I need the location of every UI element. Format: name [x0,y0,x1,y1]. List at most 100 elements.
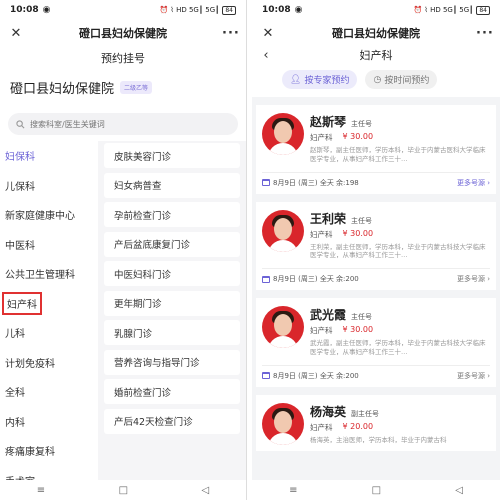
back-arrow-icon[interactable]: ‹ [258,48,274,63]
doctor-avatar [262,209,304,252]
department-item[interactable]: 疼痛康复科 [0,436,98,466]
status-bar: 10:08 ◉ ⏰ ⌇ HD 5G┃ 5G┃ 84 [252,0,500,20]
department-screen: 10:08 ◉ ⏰ ⌇ HD 5G┃ 5G┃ 84 ✕ 磴口县妇幼保健院 ··· 预… [0,0,247,500]
clinic-item[interactable]: 产后盆底康复门诊 [104,230,240,260]
menu-icon[interactable]: ≡ [37,485,45,496]
schedule-text: 8月9日 (周三) 全天 余:200 [273,275,359,284]
clinic-item[interactable]: 更年期门诊 [104,289,240,319]
doctor-rank: 副主任号 [351,409,380,418]
home-icon[interactable]: □ [119,485,128,496]
department-browser: 妇保科 儿保科 新家庭健康中心 中医科 公共卫生管理科 妇产科 儿科 计划免疫科… [0,141,246,495]
schedule-text: 8月9日 (周三) 全天 余:198 [273,178,359,187]
doctor-avatar [262,113,304,155]
schedule-row: 8月9日 (周三) 全天 余:200 更多号源 › [262,268,490,284]
doctor-bio: 赵斯琴，副主任医师，学历本科，毕业于内蒙古医科大学临床医学专业，从事妇产科工作三… [310,146,486,163]
doctor-card[interactable]: 王利荣 主任号 妇产科 ¥ 30.00 王利荣，副主任医师，学历本科，毕业于内蒙古科… [256,201,496,291]
hospital-header: 磴口县妇幼保健院 二级乙等 [0,74,246,107]
title-bar: ✕ 磴口县妇幼保健院 ··· [0,20,246,46]
calendar-icon [262,275,270,283]
battery-icon: 84 [222,5,236,15]
department-item[interactable]: 中医科 [0,230,98,260]
status-icons: ⏰ ⌇ HD 5G┃ 5G┃ 84 [159,5,236,15]
close-icon[interactable]: ✕ [260,26,276,41]
battery-icon: 84 [476,5,490,15]
schedule-row: 8月9日 (周三) 全天 余:198 更多号源 › [262,171,490,188]
doctor-rank: 主任号 [351,120,373,128]
status-time: 10:08 ◉ [262,5,303,15]
clock-icon: ◷ [373,74,382,85]
page-title: 磴口县妇幼保健院 [79,27,167,40]
department-item[interactable]: 儿科 [0,318,98,348]
clinic-item[interactable]: 皮肤美容门诊 [104,141,240,171]
home-icon[interactable]: □ [372,485,381,496]
clinic-item[interactable]: 中医妇科门诊 [104,259,240,289]
doctor-name: 赵斯琴 [310,115,347,129]
clinic-item[interactable]: 孕前检查门诊 [104,200,240,230]
system-nav-bar: ≡ □ ◁ [0,480,246,500]
tab-by-expert[interactable]: 👤︎ 按专家预约 [282,70,358,89]
doctor-name: 王利荣 [310,211,347,226]
status-icons: ⏰ ⌇ HD 5G┃ 5G┃ 84 [413,5,490,15]
clinic-item[interactable]: 婚前检查门诊 [104,377,240,407]
department-item[interactable]: 妇保科 [0,141,98,171]
doctor-price: ¥ 30.00 [342,228,374,238]
more-slots-link[interactable]: 更多号源 › [457,178,490,188]
doctor-card[interactable]: 杨海英 副主任号 妇产科 ¥ 20.00 杨海英，主治医师，学历本科，毕业于内蒙古科 [256,394,496,451]
close-icon[interactable]: ✕ [8,26,24,41]
more-icon[interactable]: ··· [222,26,239,41]
page-subtitle: 预约挂号 [101,52,145,65]
department-title: 妇产科 [359,49,393,62]
hospital-grade-badge: 二级乙等 [120,81,153,94]
doctor-card[interactable]: 武光霞 主任号 妇产科 ¥ 30.00 武光霞，副主任医师，学历本科，毕业于内蒙古科… [256,298,496,387]
clinic-item[interactable]: 营养咨询与指导门诊 [104,348,240,378]
doctor-dept: 妇产科 [310,422,333,432]
clinic-item[interactable]: 产后42天检查门诊 [104,407,240,437]
schedule-row: 8月9日 (周三) 全天 余:200 更多号源 › [262,364,490,381]
doctor-price: ¥ 30.00 [342,132,374,141]
doctor-avatar [262,402,304,445]
department-item[interactable]: 公共卫生管理科 [0,259,98,289]
doctor-bio: 王利荣，副主任医师，学历本科，毕业于内蒙古科技大学临床医学专业，从事妇产科工作三… [310,242,486,260]
department-item[interactable]: 计划免疫科 [0,348,98,378]
doctor-avatar [262,306,304,349]
schedule-text: 8月9日 (周三) 全天 余:200 [273,371,359,380]
calendar-icon [262,179,270,187]
status-bar: 10:08 ◉ ⏰ ⌇ HD 5G┃ 5G┃ 84 [0,0,246,20]
more-slots-link[interactable]: 更多号源 › [457,371,490,381]
department-item[interactable]: 儿保科 [0,171,98,201]
doctor-rank: 主任号 [351,216,373,225]
clinic-item[interactable]: 乳腺门诊 [104,318,240,348]
chat-icon: ◉ [294,5,303,15]
back-icon[interactable]: ◁ [455,485,463,496]
hospital-name: 磴口县妇幼保健院 [10,82,115,97]
doctor-price: ¥ 20.00 [342,421,374,431]
system-nav-bar: ≡ □ ◁ [252,480,500,500]
clinic-item[interactable]: 妇女病普查 [104,171,240,201]
more-slots-link[interactable]: 更多号源 › [457,274,490,284]
doctor-dept: 妇产科 [310,133,333,142]
doctor-price: ¥ 30.00 [342,325,374,335]
doctor-bio: 杨海英，主治医师，学历本科，毕业于内蒙古科 [310,435,447,444]
header: ✕ 磴口县妇幼保健院 ··· ‹ 妇产科 👤︎ 按专家预约 ◷ 按时间预约 [252,20,500,97]
search-input[interactable] [30,119,210,129]
menu-icon[interactable]: ≡ [289,485,297,496]
more-icon[interactable]: ··· [476,26,493,41]
doctor-rank: 主任号 [351,313,373,322]
calendar-icon [262,372,270,380]
department-list: 妇保科 儿保科 新家庭健康中心 中医科 公共卫生管理科 妇产科 儿科 计划免疫科… [0,141,98,495]
department-item-obstetrics[interactable]: 妇产科 [0,289,98,319]
dept-header: ‹ 妇产科 [252,46,500,64]
doctor-dept: 妇产科 [310,229,333,239]
tab-by-time[interactable]: ◷ 按时间预约 [365,70,438,89]
department-item[interactable]: 内科 [0,407,98,437]
booking-tabs: 👤︎ 按专家预约 ◷ 按时间预约 [252,64,500,97]
doctor-card[interactable]: 赵斯琴 主任号 妇产科 ¥ 30.00 赵斯琴，副主任医师，学历本科，毕业于内蒙古医… [256,105,496,194]
department-item[interactable]: 新家庭健康中心 [0,200,98,230]
search-bar[interactable] [8,113,238,135]
page-title: 磴口县妇幼保健院 [332,27,420,40]
clinic-list: 皮肤美容门诊 妇女病普查 孕前检查门诊 产后盆底康复门诊 中医妇科门诊 更年期门… [98,141,246,495]
back-icon[interactable]: ◁ [202,485,210,496]
search-icon [16,119,25,128]
department-item[interactable]: 全科 [0,377,98,407]
doctor-name: 武光霞 [310,308,347,323]
